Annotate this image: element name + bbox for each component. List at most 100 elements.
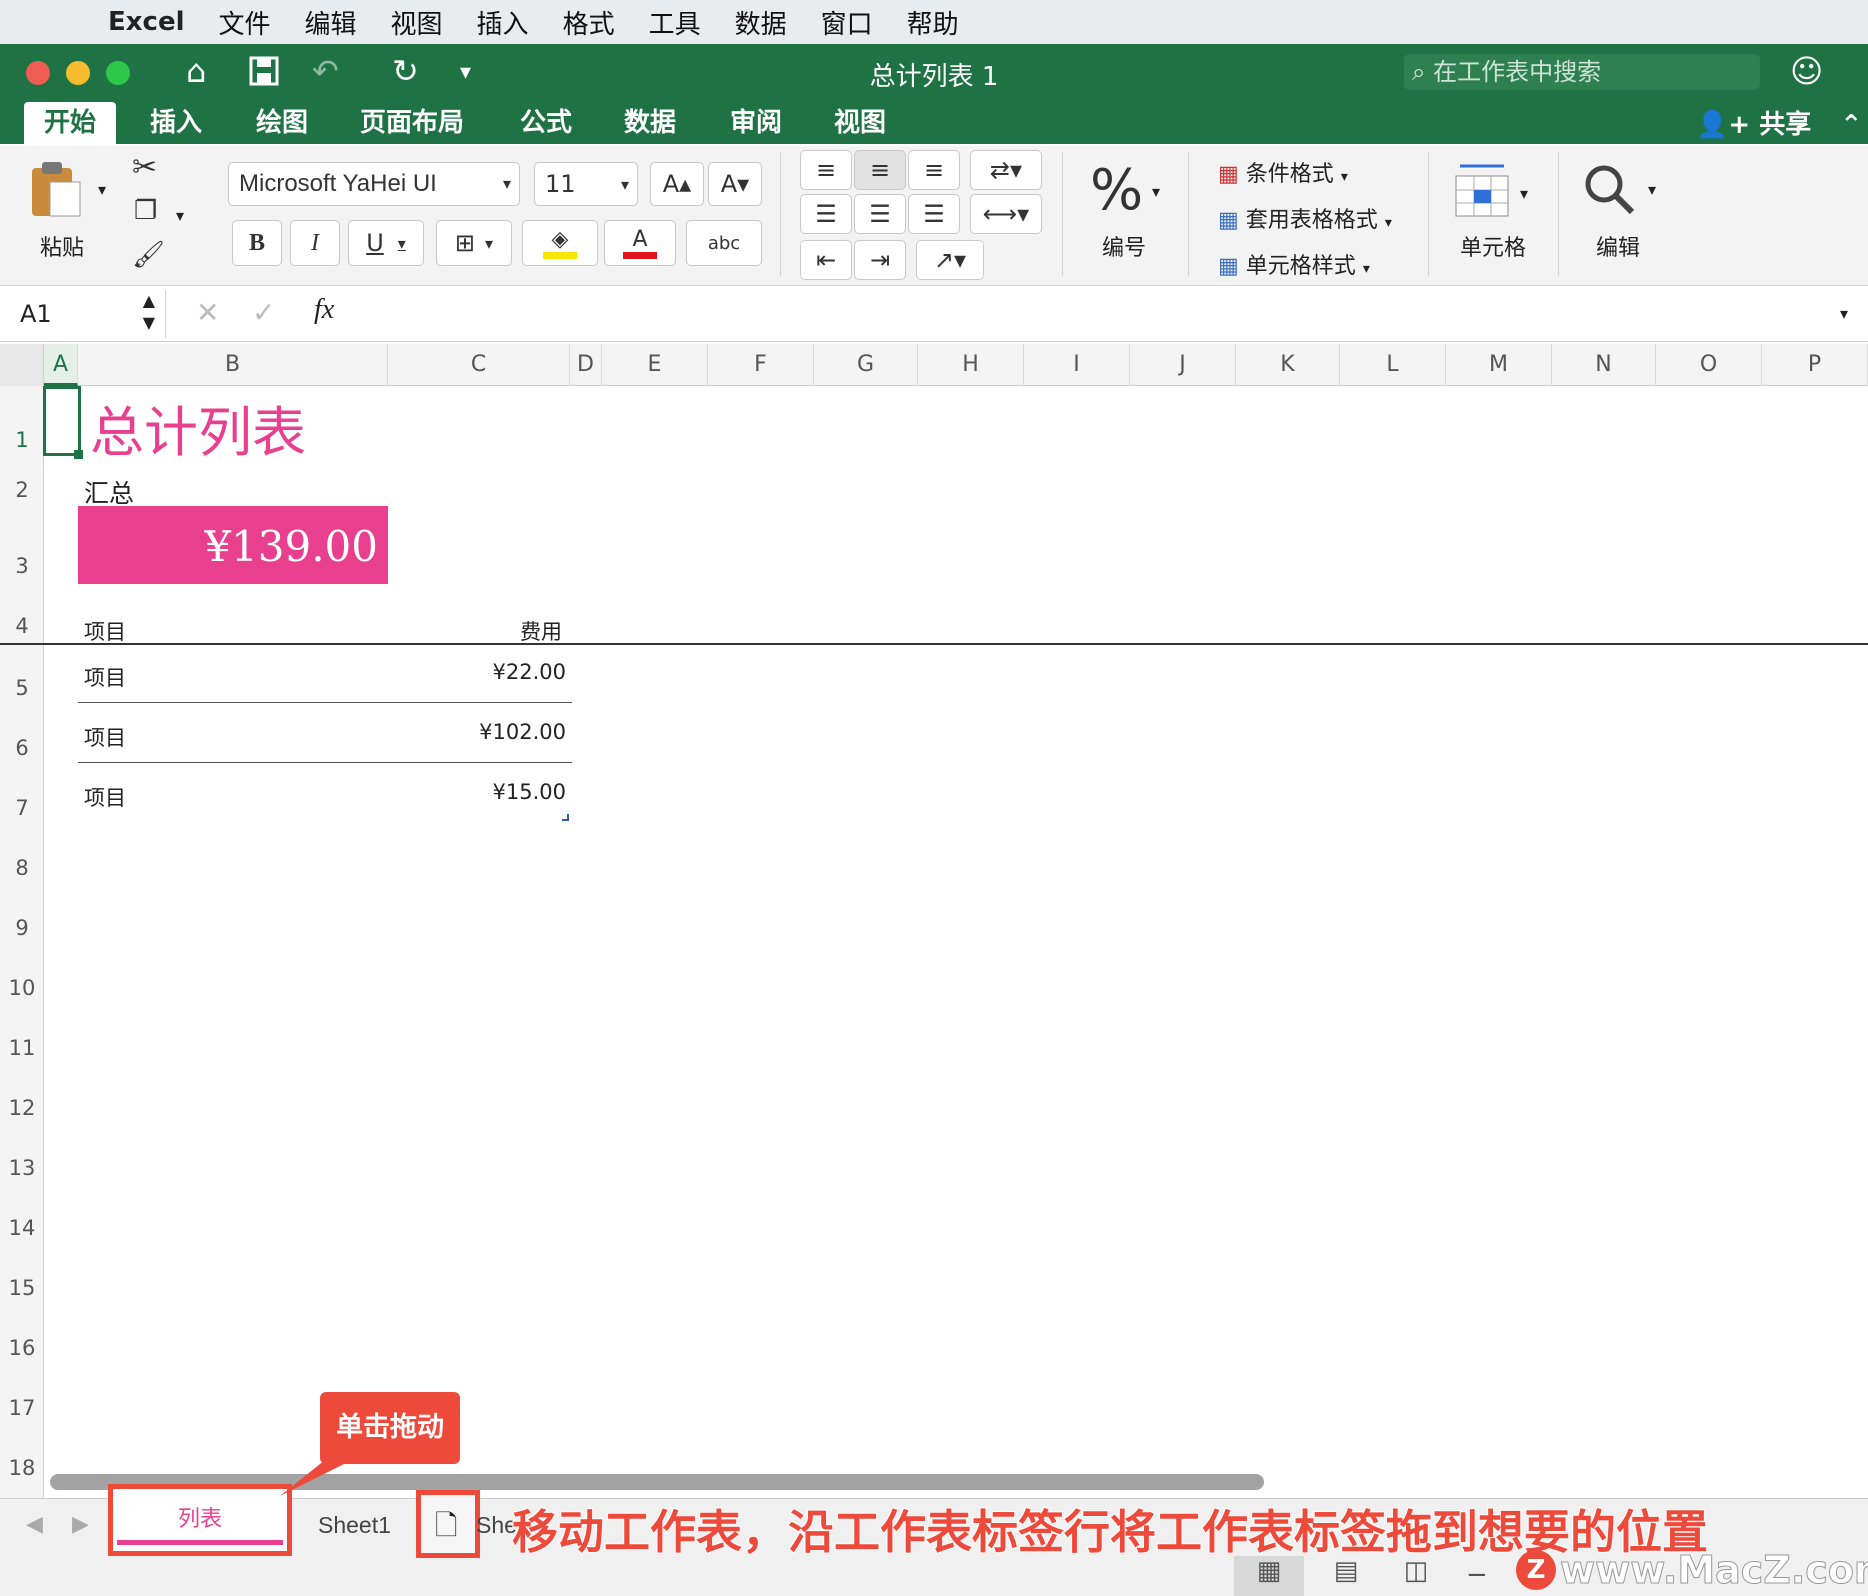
menu-insert[interactable]: 插入 xyxy=(477,4,529,41)
menu-format[interactable]: 格式 xyxy=(563,4,615,41)
row-header-12[interactable]: 12 xyxy=(0,1096,44,1120)
orientation-button[interactable]: ↗▾ xyxy=(916,240,984,280)
menu-data[interactable]: 数据 xyxy=(735,4,787,41)
menu-app-name[interactable]: Excel xyxy=(108,7,185,37)
column-header-d[interactable]: D xyxy=(570,344,602,386)
column-header-a[interactable]: A xyxy=(44,344,78,386)
sheet-title[interactable]: 总计列表 xyxy=(90,388,306,467)
column-header-h[interactable]: H xyxy=(918,344,1024,386)
row-header-10[interactable]: 10 xyxy=(0,976,44,1000)
bold-button[interactable]: B xyxy=(232,220,282,266)
item-name[interactable]: 项目 xyxy=(84,722,126,752)
number-format-dropdown-icon[interactable]: ▾ xyxy=(1152,182,1160,201)
item-cost[interactable]: ¥22.00 xyxy=(474,660,566,684)
format-painter-icon[interactable]: 🖌 xyxy=(132,240,165,270)
row-header-7[interactable]: 7 xyxy=(0,796,44,820)
borders-button[interactable]: ⊞ ▾ xyxy=(436,220,512,266)
underline-button[interactable]: U ▾ xyxy=(348,220,424,266)
decrease-font-size-button[interactable]: A▾ xyxy=(708,162,762,206)
align-right-button[interactable]: ☰ xyxy=(908,194,960,234)
tab-formulas[interactable]: 公式 xyxy=(520,102,572,146)
table-resize-handle[interactable] xyxy=(562,814,569,821)
cut-icon[interactable]: ✂ xyxy=(132,150,157,185)
item-cost[interactable]: ¥15.00 xyxy=(474,780,566,804)
row-header-15[interactable]: 15 xyxy=(0,1276,44,1300)
row-header-9[interactable]: 9 xyxy=(0,916,44,940)
feedback-smiley-icon[interactable]: ☺ xyxy=(1790,52,1823,90)
align-center-button[interactable]: ☰ xyxy=(854,194,906,234)
column-header-p[interactable]: P xyxy=(1762,344,1868,386)
cancel-entry-icon[interactable]: ✕ xyxy=(196,296,219,329)
wrap-text-button[interactable]: ⇄▾ xyxy=(970,150,1042,190)
row-header-5[interactable]: 5 xyxy=(0,676,44,700)
percent-icon[interactable]: % xyxy=(1090,158,1143,223)
tab-insert[interactable]: 插入 xyxy=(150,102,202,146)
tab-home[interactable]: 开始 xyxy=(24,102,117,146)
sheet-tab-partial[interactable]: She xyxy=(476,1512,516,1539)
item-name[interactable]: 项目 xyxy=(84,782,126,812)
insert-function-button[interactable]: fx xyxy=(314,294,334,326)
column-header-b[interactable]: B xyxy=(78,344,388,386)
cells-button[interactable]: ▾ xyxy=(1452,160,1528,224)
normal-view-button[interactable]: ▦ xyxy=(1234,1556,1304,1596)
copy-icon[interactable]: ❐ xyxy=(134,196,157,226)
menu-view[interactable]: 视图 xyxy=(391,4,443,41)
item-cost[interactable]: ¥102.00 xyxy=(464,720,566,744)
row-header-3[interactable]: 3 xyxy=(0,554,44,578)
page-layout-view-button[interactable]: ▤ xyxy=(1326,1556,1366,1596)
column-header-i[interactable]: I xyxy=(1024,344,1130,386)
select-all-button[interactable] xyxy=(0,344,44,386)
decrease-indent-button[interactable]: ⇤ xyxy=(800,240,852,280)
fill-handle[interactable] xyxy=(74,450,83,459)
paste-dropdown-icon[interactable]: ▾ xyxy=(98,180,106,199)
font-color-button[interactable]: A xyxy=(604,220,676,266)
row-header-18[interactable]: 18 xyxy=(0,1456,44,1480)
align-left-button[interactable]: ☰ xyxy=(800,194,852,234)
row-header-16[interactable]: 16 xyxy=(0,1336,44,1360)
total-cell[interactable]: ¥139.00 xyxy=(78,506,388,584)
zoom-out-icon[interactable]: − xyxy=(1466,1560,1488,1590)
menu-file[interactable]: 文件 xyxy=(219,4,271,41)
tab-draw[interactable]: 绘图 xyxy=(256,102,308,146)
italic-button[interactable]: I xyxy=(290,220,340,266)
share-button[interactable]: 👤+ 共享 ⌃ xyxy=(1696,104,1862,141)
merge-center-button[interactable]: ⟷▾ xyxy=(970,194,1042,234)
formula-input[interactable] xyxy=(372,296,1832,336)
column-header-f[interactable]: F xyxy=(708,344,814,386)
header-item[interactable]: 项目 xyxy=(84,616,126,646)
row-header-13[interactable]: 13 xyxy=(0,1156,44,1180)
row-header-4[interactable]: 4 xyxy=(0,614,44,638)
font-size-select[interactable]: 11 ▾ xyxy=(534,162,638,206)
dragged-tab-indicator[interactable]: 🗋 xyxy=(416,1490,480,1558)
selected-cell-a1[interactable] xyxy=(43,386,81,456)
menu-tools[interactable]: 工具 xyxy=(649,4,701,41)
confirm-entry-icon[interactable]: ✓ xyxy=(252,296,275,329)
column-header-k[interactable]: K xyxy=(1236,344,1340,386)
next-sheet-icon[interactable]: ▶ xyxy=(72,1512,89,1537)
previous-sheet-icon[interactable]: ◀ xyxy=(26,1512,43,1537)
menu-window[interactable]: 窗口 xyxy=(821,4,873,41)
fill-color-button[interactable]: ◈ xyxy=(522,220,598,266)
tab-review[interactable]: 审阅 xyxy=(730,102,782,146)
align-bottom-button[interactable]: ≡ xyxy=(908,150,960,190)
sheet-tab-active[interactable]: 列表 xyxy=(108,1484,292,1556)
cell-styles-button[interactable]: ▦ 单元格样式 ▾ xyxy=(1218,248,1370,280)
column-header-e[interactable]: E xyxy=(602,344,708,386)
row-header-8[interactable]: 8 xyxy=(0,856,44,880)
row-header-6[interactable]: 6 xyxy=(0,736,44,760)
format-as-table-button[interactable]: ▦ 套用表格格式 ▾ xyxy=(1218,202,1392,234)
summary-label[interactable]: 汇总 xyxy=(84,474,134,510)
name-box[interactable]: A1 ▲ ▼ xyxy=(6,290,166,338)
page-break-view-button[interactable]: ◫ xyxy=(1396,1556,1436,1596)
row-header-11[interactable]: 11 xyxy=(0,1036,44,1060)
conditional-format-button[interactable]: ▦ 条件格式 ▾ xyxy=(1218,156,1348,188)
expand-formula-bar-icon[interactable]: ▾ xyxy=(1840,304,1848,323)
increase-font-size-button[interactable]: A▴ xyxy=(650,162,704,206)
row-header-2[interactable]: 2 xyxy=(0,478,44,502)
edit-button[interactable]: ▾ xyxy=(1580,160,1656,222)
column-header-j[interactable]: J xyxy=(1130,344,1236,386)
row-header-17[interactable]: 17 xyxy=(0,1396,44,1420)
header-cost[interactable]: 费用 xyxy=(520,616,562,646)
name-box-stepper-icon[interactable]: ▲ ▼ xyxy=(143,290,155,334)
phonetic-button[interactable]: abc xyxy=(686,220,762,266)
